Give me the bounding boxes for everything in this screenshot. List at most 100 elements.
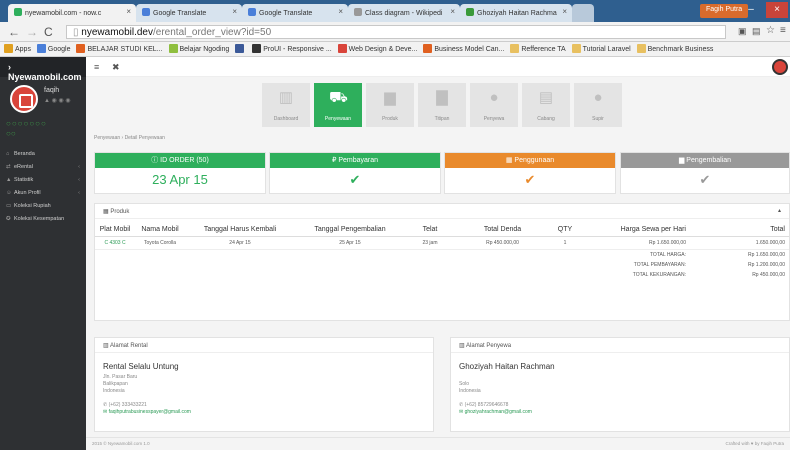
bookmark-item[interactable]: Apps	[4, 42, 31, 56]
browser-tab[interactable]: Google Translate ×	[136, 4, 242, 22]
bookmark-item[interactable]: Web Design & Deve...	[337, 42, 417, 56]
bookmark-item[interactable]	[235, 42, 246, 56]
tab-penyewa[interactable]: ● Penyewa	[470, 83, 518, 127]
hamburger-icon[interactable]: ≡	[94, 62, 99, 72]
order-id-card: ⓘ ID ORDER (50) 23 Apr 15	[94, 152, 266, 194]
folder-icon	[510, 44, 520, 53]
browser-tab[interactable]: nyewamobil.com - now.c ×	[8, 4, 136, 22]
settings-icon[interactable]: ✖	[112, 62, 120, 73]
cart-icon: ⛟	[329, 89, 348, 106]
column-header: Tanggal Pengembalian	[295, 223, 405, 237]
bookmark-item[interactable]: Belajar Ngoding	[168, 42, 229, 56]
sidebar-menu: ⌂ Beranda ⇄ eRental ‹ ▲ Statistik ‹ ☺ Akun Pro…	[0, 149, 86, 227]
menu-icon[interactable]: ≡	[780, 25, 786, 36]
tab-titipan[interactable]: ▇ Titipan	[418, 83, 466, 127]
total-value: Rp 1.200.000,00	[748, 262, 785, 268]
tab-supir[interactable]: ● Supir	[574, 83, 622, 127]
brand-title[interactable]: › Nyewamobil.com	[0, 57, 86, 82]
tab-cabang[interactable]: ▤ Cabang	[522, 83, 570, 127]
minimize-icon[interactable]: –	[740, 2, 762, 18]
extension-icon[interactable]: ▣	[738, 26, 747, 37]
footer-copyright: 2015 © Nyewamobil.com 1.0	[92, 441, 150, 446]
back-arrow-icon[interactable]: ←	[8, 25, 20, 39]
total-label: TOTAL KEKURANGAN:	[632, 272, 686, 278]
column-header: Total	[690, 223, 789, 237]
close-tab-icon[interactable]: ×	[338, 7, 343, 16]
profile-status-icons[interactable]: ▲ ◉ ◉ ◉	[44, 97, 71, 104]
breadcrumb[interactable]: Penyewaan › Detail Penyewaan	[94, 135, 165, 141]
sidebar-item-koleksi-rupiah[interactable]: ▭ Koleksi Rupiah	[0, 201, 86, 214]
check-icon: ✔	[699, 172, 711, 187]
column-header: Telat	[405, 223, 455, 237]
tab-produk[interactable]: ▆ Produk	[366, 83, 414, 127]
browser-tab-strip: nyewamobil.com - now.c × Google Translate…	[0, 0, 790, 22]
translate-favicon-icon	[248, 8, 256, 16]
column-header: Total Denda	[455, 223, 550, 237]
close-tab-icon[interactable]: ×	[126, 7, 131, 16]
sidebar-item-koleksi-kesempatan[interactable]: ✪ Koleksi Kesempatan	[0, 214, 86, 227]
folder-icon	[571, 44, 581, 53]
theme-color-dot[interactable]: ○○	[6, 129, 16, 138]
phone-number: ✆ (+62) 333433221	[103, 402, 147, 408]
url-input[interactable]: ▯ nyewamobil.dev/erental_order_view?id=5…	[66, 25, 726, 39]
close-tab-icon[interactable]: ×	[562, 7, 567, 16]
close-window-icon[interactable]: ×	[766, 2, 788, 18]
browser-tab[interactable]: Google Translate ×	[242, 4, 348, 22]
sidebar-item-statistik[interactable]: ▲ Statistik ‹	[0, 175, 86, 188]
table-row: C 4303 C Toyota Corolla 24 Apr 15 25 Apr…	[95, 236, 789, 250]
email-link[interactable]: ✉ ghoziyahrachman@gmail.com	[459, 409, 532, 415]
bookmark-item[interactable]: Google	[36, 42, 71, 56]
chevron-icon: ‹	[78, 164, 80, 170]
exchange-icon: ⇄	[6, 164, 11, 170]
sidebar-item-beranda[interactable]: ⌂ Beranda	[0, 149, 86, 162]
address-row: ▥ Alamat Rental Rental Selalu Untung Jln…	[94, 337, 790, 432]
pengembalian-card: ▆ Pengembalian ✔	[620, 152, 790, 194]
tab-dashboard[interactable]: ▥ Dashboard	[262, 83, 310, 127]
chart-icon: ▲	[6, 177, 12, 183]
main-content: ▥ Dashboard ⛟ Penyewaan ▆ Produk ▇ Titipan ● Peny…	[86, 77, 790, 450]
bookmark-folder[interactable]: Benchmark Business	[636, 42, 713, 56]
bookmark-folder[interactable]: Refference TA	[510, 42, 566, 56]
translate-icon[interactable]: ▤	[752, 26, 761, 37]
chevron-icon: ‹	[78, 190, 80, 196]
bookmark-item[interactable]: ProUI - Responsive ...	[252, 42, 332, 56]
email-link[interactable]: ✉ faqihputrabusinesspayer@gmail.com	[103, 409, 191, 415]
bookmark-item[interactable]: Business Model Can...	[423, 42, 504, 56]
reload-icon[interactable]: C	[44, 25, 53, 39]
sidebar-item-erental[interactable]: ⇄ eRental ‹	[0, 162, 86, 175]
collapse-icon[interactable]: ▴	[778, 207, 781, 214]
tab-penyewaan[interactable]: ⛟ Penyewaan	[314, 83, 362, 127]
bookmark-item[interactable]: BELAJAR STUDI KEL...	[76, 42, 163, 56]
new-tab-button[interactable]	[572, 4, 594, 22]
bookmark-favicon-icon	[76, 44, 86, 53]
sidebar-item-akun-profil[interactable]: ☺ Akun Profil ‹	[0, 188, 86, 201]
top-navbar: ≡ ✖	[86, 57, 790, 77]
bookmark-star-icon[interactable]: ☆	[766, 25, 775, 36]
close-tab-icon[interactable]: ×	[232, 7, 237, 16]
car-icon: ▆	[384, 89, 396, 106]
total-value: Rp 450.000,00	[752, 272, 785, 278]
total-row: TOTAL HARGA: Rp 1.650.000,00	[95, 250, 789, 261]
address-line: Balikpapan	[103, 381, 128, 387]
menu-chevron-icon: ›	[8, 62, 11, 72]
home-icon: ⌂	[6, 151, 10, 157]
bookmark-folder[interactable]: Tutorial Laravel	[571, 42, 631, 56]
column-header: QTY	[550, 223, 580, 237]
close-tab-icon[interactable]: ×	[450, 7, 455, 16]
table-cell: 24 Apr 15	[185, 236, 295, 250]
avatar[interactable]	[10, 85, 38, 113]
translate-favicon-icon	[142, 8, 150, 16]
browser-tab[interactable]: Class diagram - Wikipedi ×	[348, 4, 460, 22]
drive-favicon-icon	[466, 8, 474, 16]
status-cards: ⓘ ID ORDER (50) 23 Apr 15 ₽ Pembayaran ✔…	[94, 152, 790, 194]
address-bar: ← → C ▯ nyewamobil.dev/erental_order_vie…	[0, 22, 790, 42]
browser-tab[interactable]: Ghoziyah Haitan Rachma ×	[460, 4, 572, 22]
theme-color-dots[interactable]: ○○○○○○○	[6, 119, 47, 128]
truck-icon: ▇	[436, 89, 448, 106]
forward-arrow-icon[interactable]: →	[26, 25, 38, 39]
rental-name: Rental Selalu Untung	[103, 362, 179, 371]
user-menu-logo[interactable]	[772, 59, 788, 75]
plate-link[interactable]: C 4303 C	[95, 236, 135, 250]
section-title: Alamat Rental	[110, 343, 148, 349]
check-icon: ✔	[524, 172, 536, 187]
